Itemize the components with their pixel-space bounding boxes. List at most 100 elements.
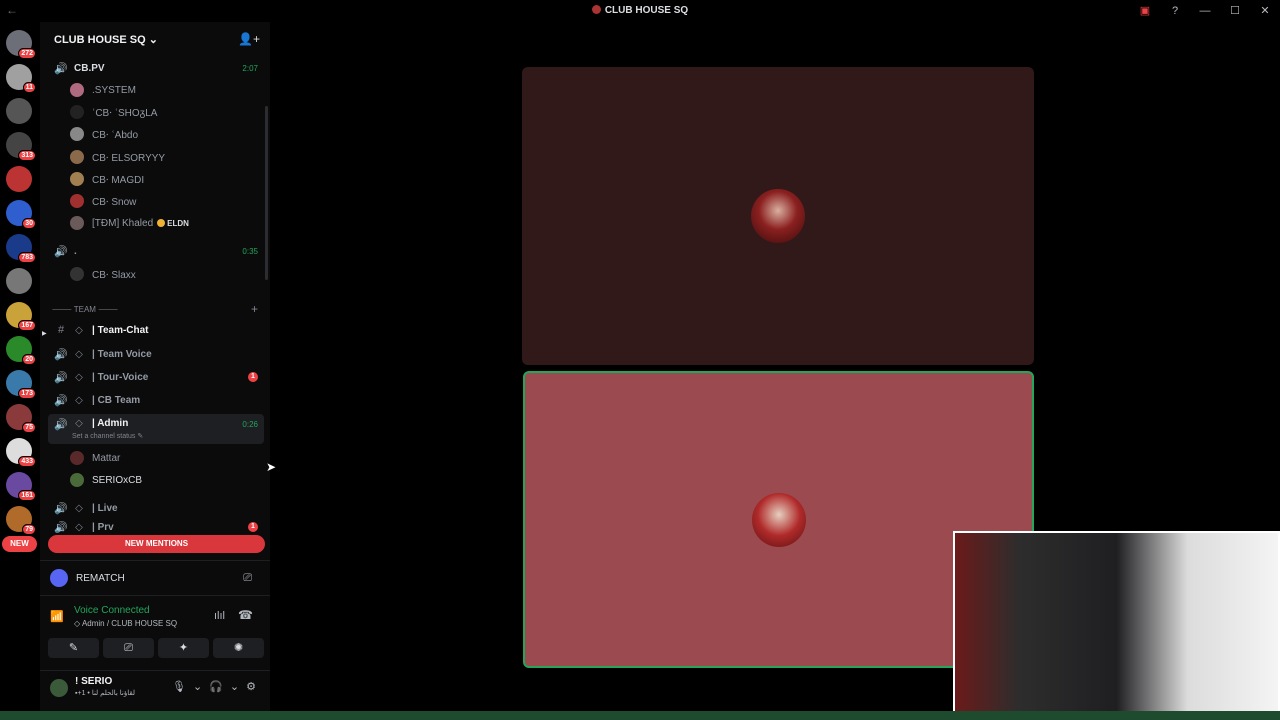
chevron-down-icon: ⌄ <box>148 34 158 46</box>
user-bar: ! SERIO ▪+1 • لقاؤنا بالحلم لنا 🎙 ⌄ 🎧 ⌄ … <box>40 670 270 710</box>
diamond-icon: ◇ <box>75 324 83 336</box>
clan-tag: ELDN <box>157 219 189 228</box>
diamond-icon: ◇ <box>75 371 83 383</box>
help-icon[interactable]: ? <box>1160 0 1190 22</box>
headphones-icon[interactable]: 🎧 <box>209 680 223 693</box>
username[interactable]: ! SERIO <box>75 676 112 687</box>
disconnect-icon[interactable]: ☎ <box>238 608 253 622</box>
text-channel-team-chat[interactable]: # ◇ | Team-Chat <box>48 319 264 341</box>
server-icon[interactable] <box>6 268 32 294</box>
guild-name: CLUB HOUSE SQ ⌄ <box>54 33 158 46</box>
server-list: 272 11 313 30 783 167 20 173 75 433 161 79 <box>0 22 40 720</box>
user-panel: REMATCH ⎚ 📶 Voice Connected ◇ Admin / CL… <box>40 560 270 720</box>
voice-member[interactable]: CB⸱ MAGDI <box>70 169 144 189</box>
avatar <box>70 171 84 186</box>
voice-status: Voice Connected <box>74 605 150 616</box>
screen-share-icon[interactable]: ⎚ <box>243 572 252 585</box>
voice-member[interactable]: Mattar <box>70 448 120 468</box>
mention-badge: 1 <box>248 372 258 382</box>
avatar <box>70 83 84 97</box>
invite-people-icon[interactable]: 👤+ <box>238 32 260 46</box>
server-icon[interactable]: 173 <box>6 370 36 399</box>
participant-tile[interactable] <box>522 67 1034 365</box>
category-team[interactable]: ⸻ TEAM ⸻ <box>52 304 118 315</box>
diamond-icon: ◇ <box>75 502 83 514</box>
channel-label: | Tour-Voice <box>92 371 149 383</box>
mention-badge: 1 <box>248 522 258 532</box>
channel-label: | Team Voice <box>92 348 152 360</box>
unread-indicator: ▶ <box>42 331 47 337</box>
close-button[interactable]: ✕ <box>1250 0 1280 22</box>
voice-connection: 📶 Voice Connected ◇ Admin / CLUB HOUSE S… <box>40 602 270 632</box>
webcam-overlay <box>953 531 1280 720</box>
voice-channel-admin[interactable]: 🔊 ◇ | Admin 0:26 Set a channel status ✎ <box>48 414 264 444</box>
voice-member[interactable]: .SYSTEM <box>70 80 136 100</box>
voice-channel-link[interactable]: ◇ Admin / CLUB HOUSE SQ <box>74 619 177 628</box>
voice-member[interactable]: CB⸱ ELSORYYY <box>70 147 165 167</box>
microphone-icon[interactable]: 🎙 <box>172 680 186 693</box>
avatar <box>70 267 84 281</box>
signal-icon[interactable]: 📶 <box>50 610 64 623</box>
voice-channel-text: Admin / CLUB HOUSE SQ <box>81 619 178 628</box>
server-icon[interactable]: 79 <box>6 506 36 535</box>
server-icon[interactable]: 11 <box>6 64 36 93</box>
server-icon[interactable]: 167 <box>6 302 36 331</box>
maximize-button[interactable]: ☐ <box>1220 0 1250 22</box>
server-icon[interactable] <box>6 166 32 192</box>
avatar <box>70 194 84 208</box>
channel-status-text[interactable]: Set a channel status ✎ <box>72 432 143 440</box>
voice-member[interactable]: SERIOxCB <box>70 470 142 490</box>
new-mentions-button[interactable]: NEW MENTIONS <box>48 535 265 553</box>
channel-scrollbar[interactable] <box>265 106 268 280</box>
inbox-icon[interactable]: ▣ <box>1130 0 1160 22</box>
voice-channel-dot[interactable]: 🔊 . 0:35 <box>48 240 264 262</box>
window-controls: ▣ ? — ☐ ✕ <box>1130 0 1280 22</box>
voice-channel-live[interactable]: 🔊 ◇ | Live <box>48 497 264 519</box>
chevron-down-icon[interactable]: ⌄ <box>193 680 202 693</box>
voice-member[interactable]: CB⸱ Slaxx <box>70 264 136 284</box>
soundboard-button[interactable]: ✺ <box>213 638 264 658</box>
new-unreads-pill[interactable]: NEW <box>2 536 37 552</box>
chevron-down-icon[interactable]: ⌄ <box>230 680 239 693</box>
channel-label: | Team-Chat <box>92 324 149 336</box>
voice-channel-team-voice[interactable]: 🔊 ◇ | Team Voice <box>48 343 264 365</box>
background-strip <box>0 711 1280 720</box>
voice-channel-tour-voice[interactable]: 🔊 ◇ | Tour-Voice 1 <box>48 366 264 388</box>
activities-button[interactable]: ✦ <box>158 638 209 658</box>
activity-bar[interactable]: REMATCH ⎚ <box>40 560 270 596</box>
unread-badge: 75 <box>22 422 36 433</box>
voice-member[interactable]: CB⸱ Snow <box>70 191 136 211</box>
unread-badge: 272 <box>18 48 36 59</box>
voice-channel-prv[interactable]: 🔊 ◇ | Prv 1 <box>48 521 264 533</box>
minimize-button[interactable]: — <box>1190 0 1220 22</box>
server-icon[interactable]: 20 <box>6 336 36 365</box>
noise-suppression-icon[interactable]: ılıl <box>214 610 225 622</box>
guild-header[interactable]: CLUB HOUSE SQ ⌄ 👤+ <box>40 22 270 56</box>
server-icon[interactable]: 30 <box>6 200 36 229</box>
voice-member[interactable]: [TĐM] Khaled ELDN <box>70 213 189 233</box>
settings-gear-icon[interactable]: ⚙ <box>246 680 256 693</box>
voice-member[interactable]: CB⸱ ʿAbdo <box>70 124 138 144</box>
share-screen-button[interactable]: ⎚ <box>103 638 154 658</box>
unread-badge: 11 <box>22 82 36 93</box>
server-icon[interactable]: 161 <box>6 472 36 501</box>
speaker-icon: 🔊 <box>54 371 68 384</box>
avatar <box>70 216 84 231</box>
voice-channel-cbpv[interactable]: 🔊 CB.PV 2:07 <box>48 57 264 79</box>
server-icon[interactable]: 313 <box>6 132 36 161</box>
diamond-icon: ◇ <box>75 418 83 429</box>
voice-channel-cb-team[interactable]: 🔊 ◇ | CB Team <box>48 389 264 411</box>
server-icon[interactable]: 272 <box>6 30 36 59</box>
camera-off-button[interactable]: ✎ <box>48 638 99 658</box>
server-icon[interactable]: 433 <box>6 438 36 467</box>
guild-name-text: CLUB HOUSE SQ <box>54 34 146 46</box>
server-icon[interactable]: 75 <box>6 404 36 433</box>
server-icon[interactable]: 783 <box>6 234 36 263</box>
avatar[interactable] <box>48 677 70 699</box>
unread-badge: 313 <box>18 150 36 161</box>
server-icon[interactable] <box>6 98 32 124</box>
add-channel-icon[interactable]: + <box>251 302 258 316</box>
voice-member[interactable]: ʿCB⸱ ʿSHOᵹLA <box>70 102 157 122</box>
speaker-icon: 🔊 <box>54 62 68 75</box>
member-name: CB⸱ Snow <box>92 197 137 208</box>
